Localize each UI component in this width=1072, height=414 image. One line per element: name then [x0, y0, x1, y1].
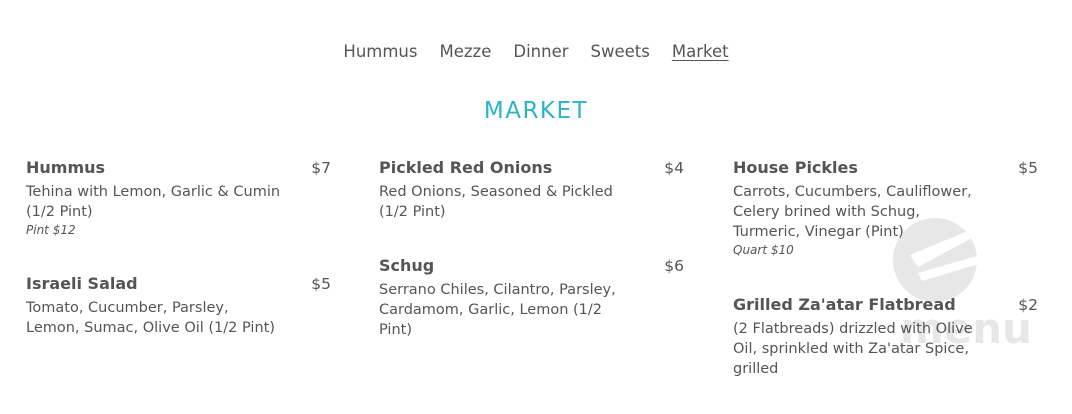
- item-price: $6: [664, 257, 684, 275]
- item-description: Red Onions, Seasoned & Pickled (1/2 Pint…: [379, 184, 613, 220]
- item-description: Serrano Chiles, Cilantro, Parsley, Carda…: [379, 282, 616, 338]
- nav-item-hummus[interactable]: Hummus: [343, 42, 417, 61]
- item-note: Pint $12: [26, 223, 76, 237]
- item-description: Tehina with Lemon, Garlic & Cumin (1/2 P…: [26, 184, 281, 220]
- item-description: Tomato, Cucumber, Parsley, Lemon, Sumac,…: [26, 300, 275, 336]
- item-name: Israeli Salad: [26, 274, 138, 293]
- item-name: Hummus: [26, 158, 106, 177]
- menu-item-israeli-salad: Israeli Salad $5 Tomato, Cucumber, Parsl…: [26, 274, 331, 338]
- nav-item-market[interactable]: Market: [672, 42, 729, 61]
- item-price: $4: [664, 159, 684, 177]
- menu-item-pickled-red-onions: Pickled Red Onions $4 Red Onions, Season…: [379, 158, 684, 222]
- item-name: Schug: [379, 256, 435, 275]
- item-price: $5: [311, 275, 331, 293]
- nav-item-dinner[interactable]: Dinner: [513, 42, 568, 61]
- nav-item-mezze[interactable]: Mezze: [440, 42, 492, 61]
- fork-knife-icon: menu: [893, 218, 1032, 353]
- item-name: House Pickles: [733, 158, 858, 177]
- section-title: MARKET: [483, 98, 589, 124]
- item-name: Pickled Red Onions: [379, 158, 553, 177]
- menu-item-schug: Schug $6 Serrano Chiles, Cilantro, Parsl…: [379, 256, 684, 340]
- svg-text:menu: menu: [900, 304, 1032, 353]
- watermark-logo: menu: [890, 215, 1040, 355]
- nav-item-sweets[interactable]: Sweets: [591, 42, 650, 61]
- item-price: $5: [1018, 159, 1038, 177]
- menu-item-hummus: Hummus $7 Tehina with Lemon, Garlic & Cu…: [26, 158, 331, 237]
- item-price: $7: [311, 159, 331, 177]
- category-nav: Hummus Mezze Dinner Sweets Market: [0, 42, 1072, 61]
